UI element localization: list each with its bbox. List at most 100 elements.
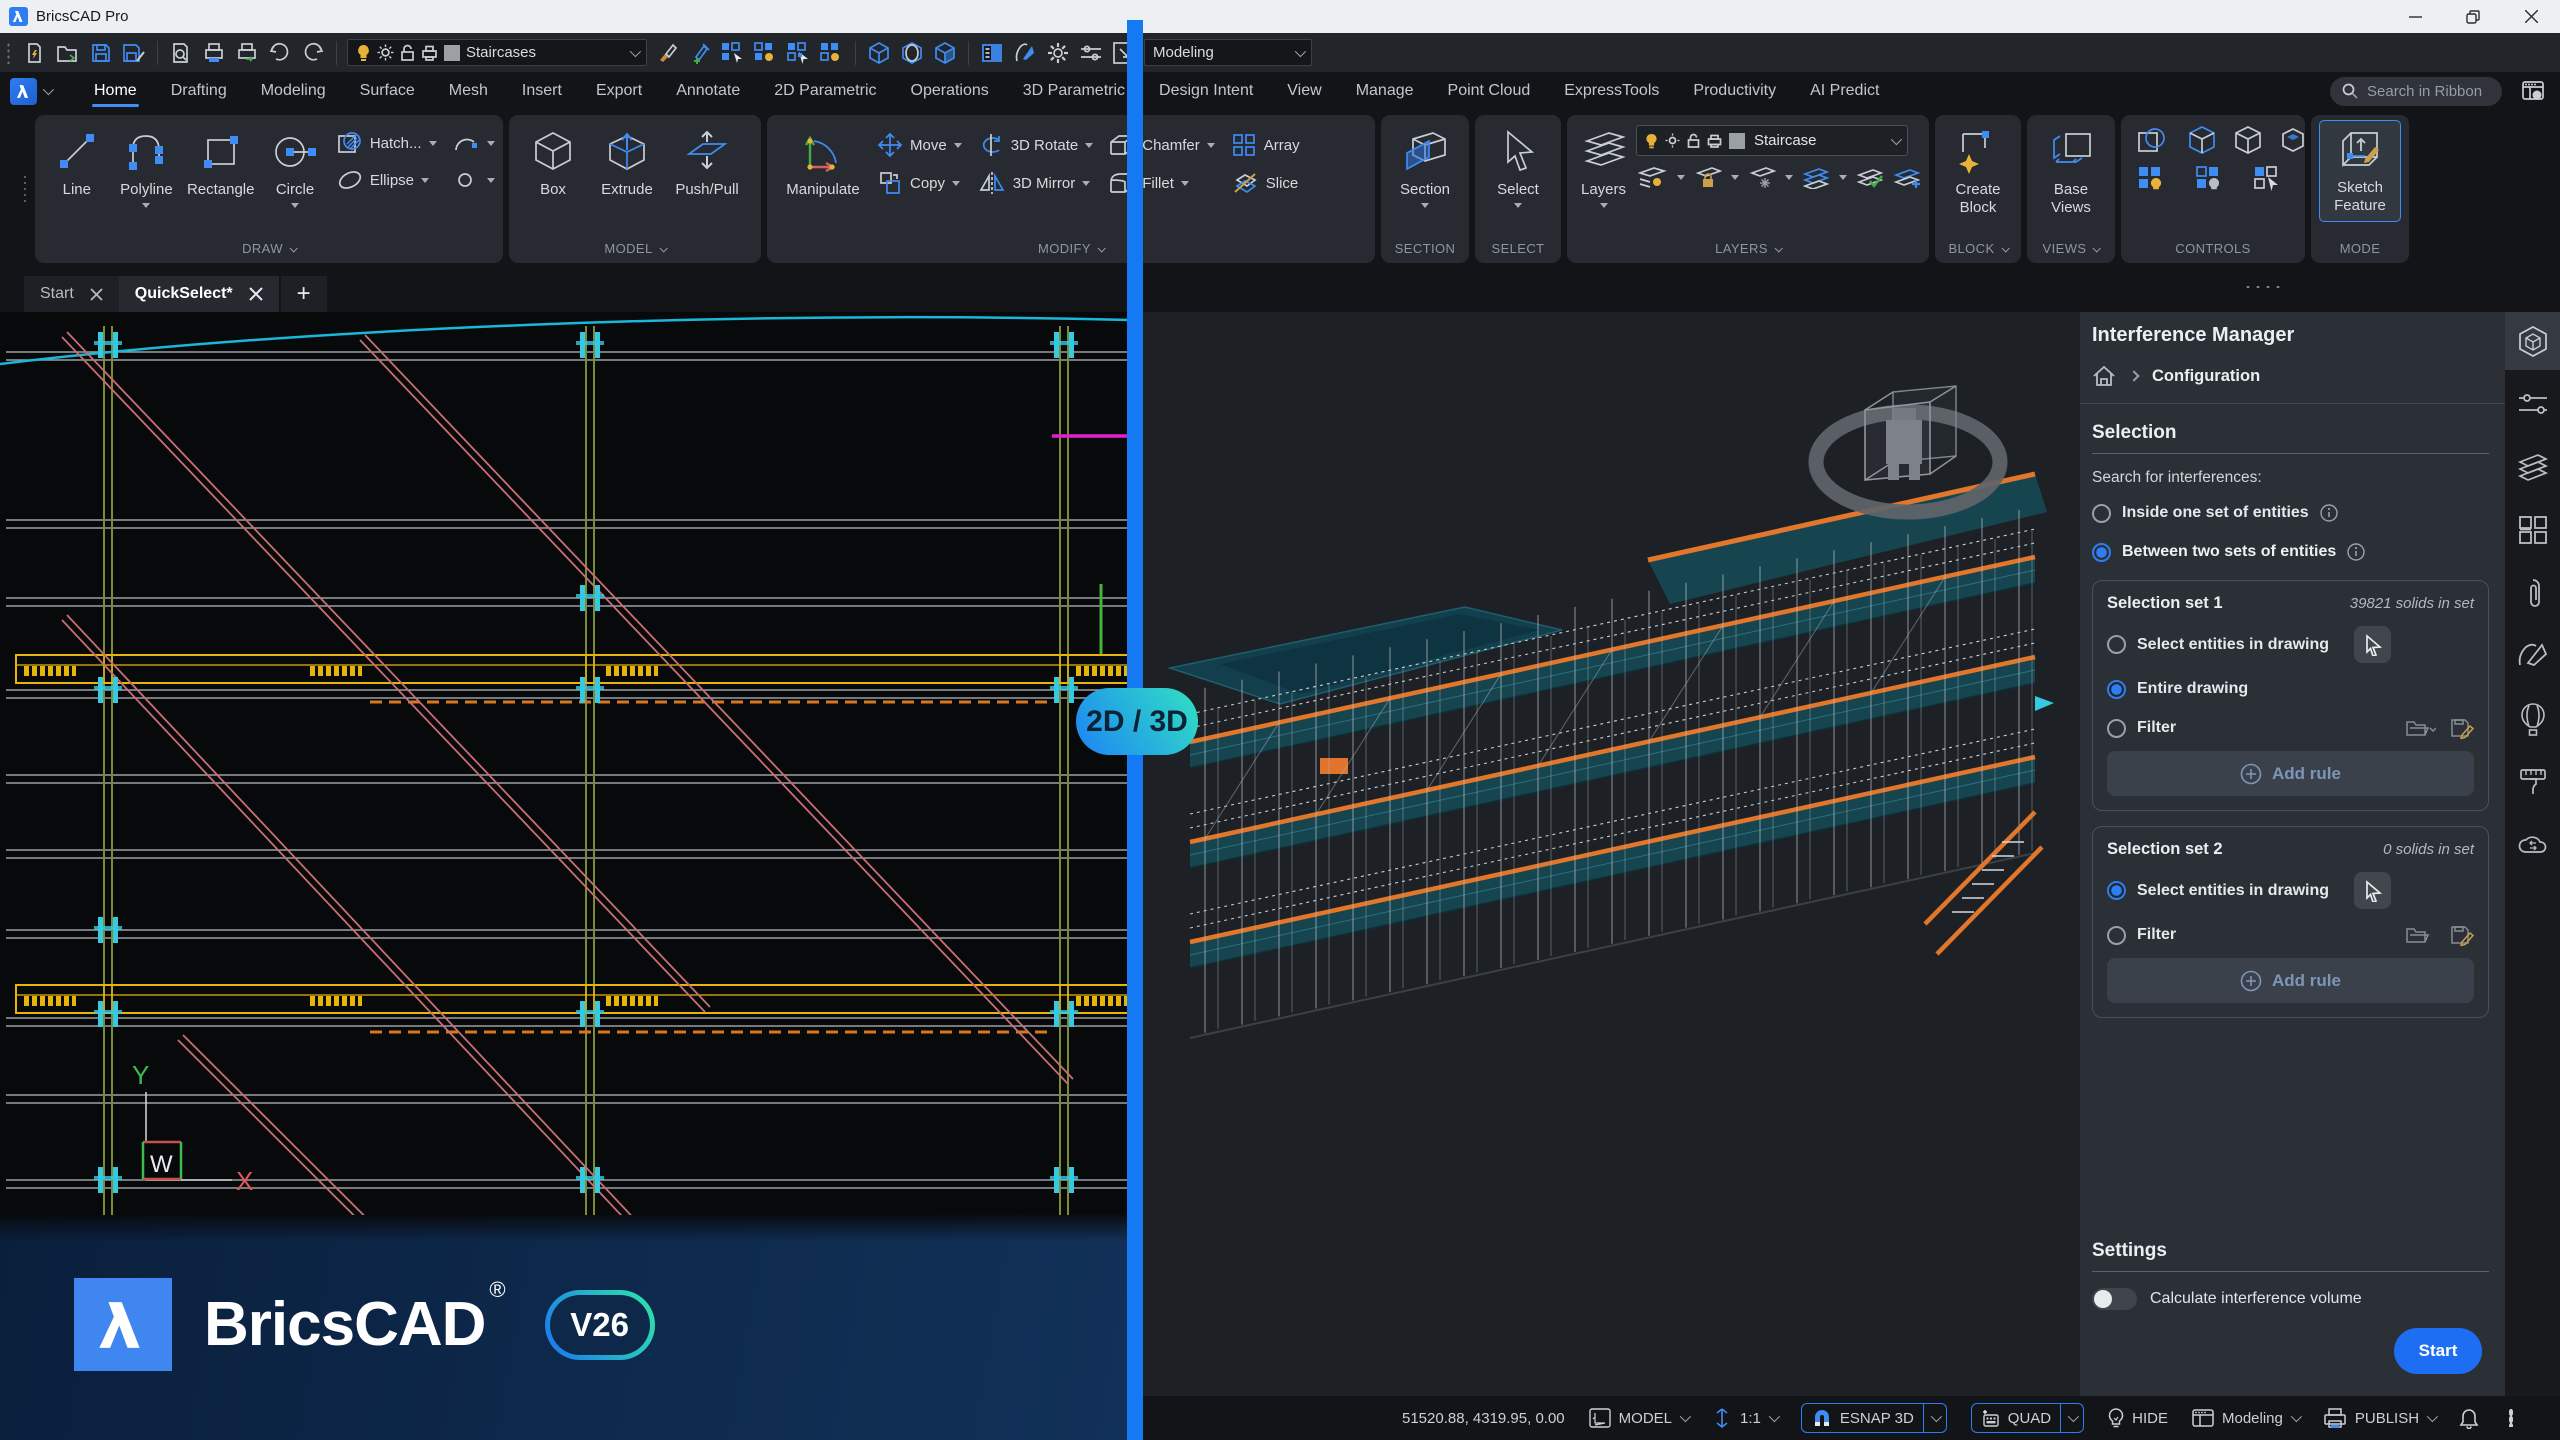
rectangle-button[interactable]: Rectangle bbox=[182, 123, 259, 199]
set2-filter-option[interactable]: Filter bbox=[2107, 922, 2474, 948]
set2-add-rule-button[interactable]: Add rule bbox=[2107, 958, 2474, 1003]
toggle-off-switch[interactable] bbox=[2092, 1288, 2137, 1310]
tab-manage[interactable]: Manage bbox=[1354, 75, 1416, 107]
save-filter-icon[interactable] bbox=[2450, 717, 2474, 739]
cube-solid-control-icon[interactable] bbox=[2279, 125, 2307, 157]
dropdown-caret-icon[interactable] bbox=[142, 203, 150, 208]
mirror-3d-button[interactable]: 3D Mirror bbox=[978, 169, 1094, 197]
open-filter-icon[interactable] bbox=[2406, 718, 2436, 738]
ribbon-options-icon[interactable] bbox=[2516, 79, 2550, 103]
restore-button[interactable] bbox=[2444, 0, 2502, 33]
radio-off-icon[interactable] bbox=[2107, 635, 2126, 654]
radio-off-icon[interactable] bbox=[2107, 926, 2126, 945]
layers-panel-icon[interactable] bbox=[2505, 438, 2560, 496]
cloud-sync-panel-icon[interactable] bbox=[2505, 816, 2560, 874]
radio-inside-one-set[interactable]: Inside one set of entities bbox=[2092, 500, 2489, 526]
viewport-3d[interactable] bbox=[1130, 312, 2080, 1396]
set1-filter-option[interactable]: Filter bbox=[2107, 715, 2474, 741]
dropdown-caret-icon[interactable] bbox=[1731, 175, 1739, 180]
settings-gear-button[interactable] bbox=[1045, 40, 1071, 66]
radio-on-icon[interactable] bbox=[2092, 543, 2111, 562]
array-button[interactable]: Array bbox=[1231, 131, 1300, 159]
ribbon-search-input[interactable]: Search in Ribbon bbox=[2330, 77, 2502, 106]
sketch-settings-button[interactable] bbox=[1012, 40, 1038, 66]
panels-list-button[interactable] bbox=[979, 40, 1005, 66]
slice-button[interactable]: Slice bbox=[1231, 169, 1300, 197]
select-add-button[interactable] bbox=[720, 40, 746, 66]
open-file-button[interactable] bbox=[55, 40, 81, 66]
push-pull-button[interactable]: Push/Pull bbox=[665, 123, 749, 199]
tab-annotate[interactable]: Annotate bbox=[674, 75, 742, 107]
close-button[interactable] bbox=[2502, 0, 2560, 33]
print-button[interactable] bbox=[201, 40, 227, 66]
pick-entities-button[interactable] bbox=[2354, 626, 2391, 663]
document-tab-quickselect[interactable]: QuickSelect* bbox=[119, 276, 279, 312]
tab-insert[interactable]: Insert bbox=[520, 75, 564, 107]
set1-add-rule-button[interactable]: Add rule bbox=[2107, 751, 2474, 796]
batch-print-button[interactable] bbox=[234, 40, 260, 66]
rotate-3d-button[interactable]: 3D Rotate bbox=[978, 131, 1094, 159]
minimize-button[interactable] bbox=[2386, 0, 2444, 33]
wireframe-cube-button[interactable] bbox=[866, 40, 892, 66]
mechanical-browser-icon[interactable] bbox=[2505, 375, 2560, 433]
pick-entities-button[interactable] bbox=[2354, 872, 2391, 909]
notifications-bell[interactable] bbox=[2459, 1407, 2479, 1429]
close-icon[interactable] bbox=[90, 288, 103, 301]
dropdown-caret-icon[interactable] bbox=[1677, 175, 1685, 180]
dropdown-caret-icon[interactable] bbox=[487, 141, 495, 146]
document-tab-start[interactable]: Start bbox=[24, 276, 119, 312]
tab-ai-predict[interactable]: AI Predict bbox=[1808, 75, 1881, 107]
tab-surface[interactable]: Surface bbox=[358, 75, 417, 107]
isolate-entities-control-icon[interactable] bbox=[2195, 165, 2231, 195]
dropdown-caret-icon[interactable] bbox=[1785, 175, 1793, 180]
model-space-toggle[interactable]: MODEL bbox=[1589, 1408, 1688, 1428]
calc-volume-toggle-row[interactable]: Calculate interference volume bbox=[2092, 1288, 2489, 1310]
dropdown-caret-icon[interactable] bbox=[429, 141, 437, 146]
copy-button[interactable]: Copy bbox=[877, 169, 962, 197]
dropdown-caret-icon[interactable] bbox=[1207, 143, 1215, 148]
radio-on-icon[interactable] bbox=[2107, 680, 2126, 699]
group-expand-chevron-icon[interactable] bbox=[2001, 244, 2009, 252]
status-overflow-menu[interactable] bbox=[2509, 1409, 2513, 1427]
select-button[interactable]: Select bbox=[1483, 123, 1553, 208]
dropdown-caret-icon[interactable] bbox=[1082, 181, 1090, 186]
open-filter-icon[interactable] bbox=[2406, 925, 2436, 945]
tab-3d-parametric[interactable]: 3D Parametric bbox=[1021, 75, 1127, 107]
new-document-tab-button[interactable]: + bbox=[281, 276, 327, 312]
app-menu-chevron-icon[interactable] bbox=[43, 84, 54, 95]
dropdown-caret-icon[interactable] bbox=[421, 178, 429, 183]
layer-color-swatch[interactable] bbox=[1729, 133, 1745, 149]
dropdown-caret-icon[interactable] bbox=[1085, 143, 1093, 148]
info-icon[interactable] bbox=[2320, 504, 2338, 522]
set1-select-entities-option[interactable]: Select entities in drawing bbox=[2107, 626, 2474, 663]
select-quad-button[interactable] bbox=[819, 40, 845, 66]
tab-mesh[interactable]: Mesh bbox=[447, 75, 490, 107]
chamfer-button[interactable]: Chamfer bbox=[1109, 131, 1215, 159]
close-icon[interactable] bbox=[249, 287, 263, 301]
create-block-button[interactable]: Create Block bbox=[1943, 123, 2013, 217]
home-icon[interactable] bbox=[2092, 365, 2116, 387]
line-button[interactable]: Line bbox=[43, 123, 111, 199]
hide-toggle[interactable]: HIDE bbox=[2108, 1408, 2168, 1428]
tab-home[interactable]: Home bbox=[92, 75, 139, 107]
hidden-cube-button[interactable] bbox=[899, 40, 925, 66]
layer-color-swatch[interactable] bbox=[444, 45, 460, 61]
group-expand-chevron-icon[interactable] bbox=[289, 244, 297, 252]
sliders-button[interactable] bbox=[1078, 40, 1104, 66]
info-icon[interactable] bbox=[2347, 543, 2365, 561]
start-button[interactable]: Start bbox=[2394, 1328, 2482, 1374]
render-panel-icon[interactable] bbox=[2505, 690, 2560, 748]
fillet-button[interactable]: Fillet bbox=[1109, 169, 1215, 197]
panel-drag-handle[interactable] bbox=[2243, 284, 2283, 290]
box-button[interactable]: Box bbox=[517, 123, 589, 199]
tab-point-cloud[interactable]: Point Cloud bbox=[1446, 75, 1533, 107]
toolbar-grip[interactable] bbox=[6, 42, 11, 64]
tab-export[interactable]: Export bbox=[594, 75, 644, 107]
circle-button[interactable]: Circle bbox=[261, 123, 329, 208]
tab-view[interactable]: View bbox=[1285, 75, 1323, 107]
workspace-combo[interactable]: Modeling bbox=[1144, 39, 1312, 66]
save-button[interactable] bbox=[88, 40, 114, 66]
set2-select-entities-option[interactable]: Select entities in drawing bbox=[2107, 872, 2474, 909]
new-file-button[interactable] bbox=[22, 40, 48, 66]
redo-button[interactable] bbox=[300, 40, 326, 66]
